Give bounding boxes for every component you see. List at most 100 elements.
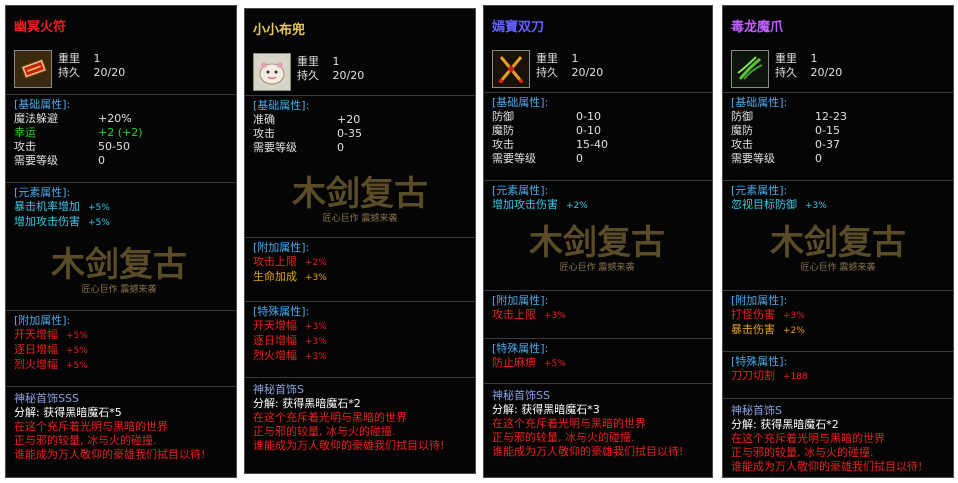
attr-line: 开天增幅 +5%	[14, 328, 236, 343]
item-tooltip-3: 嫣寶双刀 重里 1 持久 20/20 [基础属性]: 防御 0-10 魔防 0-10…	[483, 5, 713, 478]
footer-divider	[6, 386, 236, 387]
item-footer: 神秘首饰S 分解: 获得黑暗魔石*2 在这个充斥着光明与黑暗的世界 正与邪的较量…	[253, 383, 471, 453]
footer-divider	[723, 398, 953, 399]
fire-talisman-icon	[14, 50, 52, 88]
attr-line: 烈火增幅 +5%	[14, 358, 236, 373]
attr-line: 逐日增幅 +5%	[14, 343, 236, 358]
section-header: [附加属性]:	[492, 294, 549, 307]
item-name: 嫣寶双刀	[492, 20, 545, 35]
attr-name: 忽视目标防御	[731, 198, 797, 211]
item-footer: 神秘首饰SS 分解: 获得黑暗魔石*3 在这个充斥着光明与黑暗的世界 正与邪的较…	[492, 389, 708, 459]
special-attributes: [特殊属性]: 防止麻痹 +5%	[484, 338, 712, 371]
decompose-text: 分解: 获得黑暗魔石*2	[731, 418, 839, 431]
attr-value: +2%	[305, 258, 327, 268]
attr-name: 刀刀切割	[731, 369, 775, 382]
attr-line: 忽视目标防御 +3%	[731, 198, 953, 213]
attr-line: 防御 12-23	[731, 110, 953, 124]
durability-value: 20/20	[332, 69, 365, 82]
durability-value: 20/20	[93, 66, 126, 79]
attr-line: 攻击 0-35	[253, 127, 475, 141]
attr-value: 0-10	[576, 110, 601, 123]
attr-name: 生命加成	[253, 270, 297, 283]
watermark-slogan: 匠心巨作 震撼来袭	[82, 283, 157, 295]
attr-line: 攻击 50-50	[14, 140, 236, 154]
item-name: 幽冥火符	[14, 20, 67, 35]
section-header: [特殊属性]:	[492, 342, 549, 355]
item-base-stats: 重里 1 持久 20/20	[58, 52, 125, 80]
attr-value: +5%	[88, 218, 110, 228]
weight-label: 重里	[58, 52, 80, 65]
attr-value: +3%	[544, 311, 566, 321]
attr-line: 攻击上限 +2%	[253, 255, 475, 270]
weight-value: 1	[332, 55, 340, 68]
attr-name: 准确	[253, 113, 275, 126]
rarity-label: 神秘首饰SSS	[14, 392, 79, 405]
item-tooltip-1: 幽冥火符 重里 1 持久 20/20 [基础属性]: 魔法躲避 +20% 幸运 +2…	[5, 5, 237, 478]
item-base-stats: 重里 1 持久 20/20	[775, 52, 842, 80]
attr-value: +5%	[544, 359, 566, 369]
section-header: [特殊属性]:	[253, 305, 310, 318]
lore-line: 谁能成为万人敬仰的豪雄我们拭目以待!	[253, 439, 445, 452]
attr-value: 50-50	[98, 140, 130, 153]
extra-attributes: [附加属性]: 攻击上限 +2% 生命加成 +3%	[245, 237, 475, 285]
footer-divider	[484, 383, 712, 384]
attr-name: 攻击上限	[492, 308, 536, 321]
attr-line: 需要等级 0	[14, 154, 236, 168]
attr-line: 需要等级 0	[253, 141, 475, 155]
lore-line: 在这个充斥着光明与黑暗的世界	[492, 417, 646, 430]
attr-value: +5%	[88, 203, 110, 213]
attr-line: 准确 +20	[253, 113, 475, 127]
attr-value: 0-15	[815, 124, 840, 137]
watermark-logo-text: 木剑复古	[291, 174, 428, 214]
attr-line: 需要等级 0	[731, 152, 953, 166]
section-header: [元素属性]:	[14, 186, 71, 199]
attr-line: 攻击 0-37	[731, 138, 953, 152]
attr-name: 开天增幅	[14, 328, 58, 341]
attr-line: 需要等级 0	[492, 152, 712, 166]
rarity-label: 神秘首饰SS	[492, 389, 550, 402]
lore-line: 正与邪的较量, 冰与火的碰撞.	[253, 425, 396, 438]
lore-line: 正与邪的较量, 冰与火的碰撞.	[492, 431, 635, 444]
attr-line: 防御 0-10	[492, 110, 712, 124]
attr-name: 逐日增幅	[253, 334, 297, 347]
durability-label: 持久	[58, 66, 80, 79]
extra-attributes: [附加属性]: 开天增幅 +5% 逐日增幅 +5% 烈火增幅 +5%	[6, 310, 236, 373]
attr-line: 增加攻击伤害 +2%	[492, 198, 712, 213]
attr-line: 幸运 +2 (+2)	[14, 126, 236, 140]
watermark-slogan: 匠心巨作 震撼来袭	[801, 261, 876, 273]
attr-value: 0	[337, 141, 344, 154]
weight-label: 重里	[297, 55, 319, 68]
attr-line: 开天增幅 +3%	[253, 319, 475, 334]
section-header: [基础属性]:	[253, 99, 310, 112]
attr-value: +3%	[805, 201, 827, 211]
attr-line: 魔防 0-10	[492, 124, 712, 138]
attr-name: 暴击机率增加	[14, 200, 80, 213]
attr-line: 打怪伤害 +3%	[731, 308, 953, 323]
lore-line: 谁能成为万人敬仰的豪雄我们拭目以待!	[492, 445, 684, 458]
section-header: [元素属性]:	[492, 184, 549, 197]
attr-line: 增加攻击伤害 +5%	[14, 215, 236, 230]
attr-value: 12-23	[815, 110, 847, 123]
watermark-logo: 木剑复古 匠心巨作 震撼来袭	[34, 240, 204, 300]
section-header: [基础属性]:	[731, 96, 788, 109]
footer-divider	[245, 377, 475, 378]
attr-line: 刀刀切割 +188	[731, 369, 953, 384]
special-attributes: [特殊属性]: 开天增幅 +3% 逐日增幅 +3% 烈火增幅 +3%	[245, 301, 475, 364]
attr-value: +3%	[305, 337, 327, 347]
attr-line: 烈火增幅 +3%	[253, 349, 475, 364]
durability-value: 20/20	[810, 66, 843, 79]
item-tooltip-4: 毒龙魔爪 重里 1 持久 20/20 [基础属性]: 防御 12-23 魔防 0-1…	[722, 5, 954, 478]
attr-value: +2%	[566, 201, 588, 211]
attr-name: 幸运	[14, 126, 36, 139]
attr-name: 逐日增幅	[14, 343, 58, 356]
attr-name: 需要等级	[14, 154, 58, 167]
attr-value: 0-10	[576, 124, 601, 137]
attr-name: 烈火增幅	[14, 358, 58, 371]
attr-name: 攻击上限	[253, 255, 297, 268]
attr-name: 防止麻痹	[492, 356, 536, 369]
attr-name: 开天增幅	[253, 319, 297, 332]
attr-name: 攻击	[492, 138, 514, 151]
watermark-slogan: 匠心巨作 震撼来袭	[323, 212, 398, 224]
section-header: [基础属性]:	[492, 96, 549, 109]
lore-line: 正与邪的较量, 冰与火的碰撞.	[14, 434, 157, 447]
